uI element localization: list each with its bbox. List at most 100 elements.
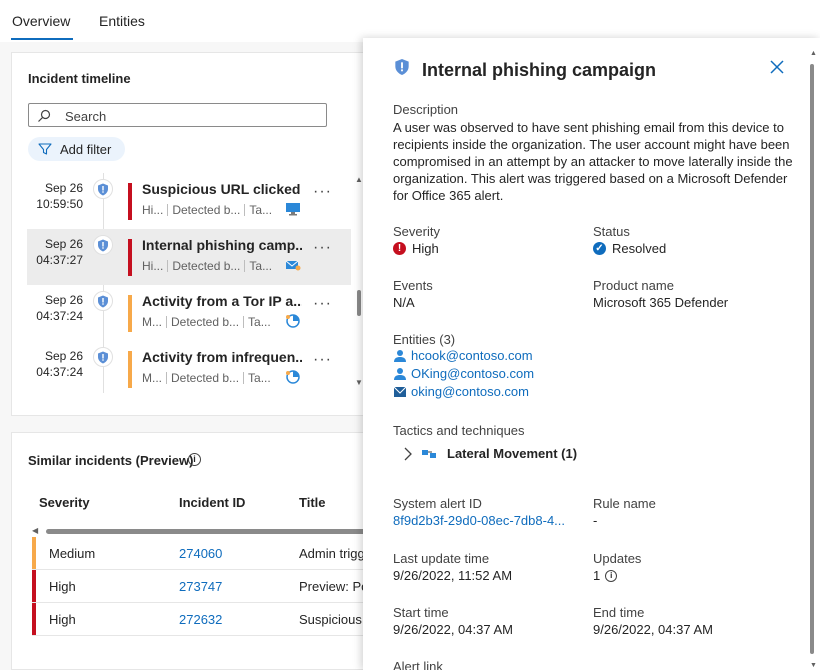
tactic-expander[interactable]: Lateral Movement (1) (403, 446, 577, 461)
timeline-item-meta: Hi... Detected b... Ta... (142, 259, 273, 273)
severity-cell: High (49, 612, 76, 627)
end-time-value: 9/26/2022, 04:37 AM (593, 622, 713, 637)
timeline-item-title: Suspicious URL clicked (142, 181, 301, 197)
entity-link[interactable]: OKing@contoso.com (411, 366, 534, 381)
updates-label: Updates (593, 551, 642, 566)
alert-details-panel: Internal phishing campaign Description A… (363, 38, 820, 670)
tab-entities[interactable]: Entities (99, 13, 145, 29)
entity-user[interactable]: hcook@contoso.com (393, 348, 533, 363)
table-row[interactable]: High 273747 Preview: Po (32, 570, 372, 603)
end-time-label: End time (593, 605, 645, 620)
more-options-button[interactable]: ··· (313, 183, 332, 201)
shield-icon (98, 295, 108, 307)
description-label: Description (393, 102, 459, 117)
timeline-node (93, 179, 113, 199)
updates-value: 1 i (593, 568, 618, 583)
last-update-label: Last update time (393, 551, 490, 566)
start-time-label: Start time (393, 605, 449, 620)
shield-icon (98, 351, 108, 363)
more-options-button[interactable]: ··· (313, 239, 332, 257)
timeline-date: Sep 26 04:37:24 (36, 293, 83, 323)
severity-cell: Medium (49, 546, 96, 561)
tab-overview[interactable]: Overview (12, 13, 70, 29)
scroll-left-arrow[interactable]: ◀ (32, 526, 38, 535)
description-text: A user was observed to have sent phishin… (393, 120, 793, 203)
more-options-button[interactable]: ··· (313, 295, 332, 313)
title-cell: Suspicious (299, 612, 362, 627)
status-label: Status (593, 224, 630, 239)
horizontal-scrollbar[interactable]: ◀ (32, 526, 372, 535)
timeline-node (93, 291, 113, 311)
panel-scrollbar[interactable]: ▲ ▼ (810, 50, 817, 669)
horizontal-scrollbar-thumb[interactable] (46, 529, 372, 534)
system-alert-id-link[interactable]: 8f9d2b3f-29d0-08ec-7db8-4... (393, 513, 565, 528)
tactic-label: Lateral Movement (1) (447, 446, 578, 461)
monitor-icon (286, 203, 300, 216)
mailbox-icon (393, 386, 407, 397)
incident-timeline-title: Incident timeline (28, 71, 131, 86)
system-alert-id-label: System alert ID (393, 496, 482, 511)
scroll-up-arrow[interactable]: ▲ (355, 175, 363, 184)
severity-cell: High (49, 579, 76, 594)
timeline-date: Sep 26 04:37:24 (36, 349, 83, 379)
chevron-right-icon (404, 447, 412, 460)
cloud-app-icon (286, 314, 300, 328)
timeline-item-meta: Hi... Detected b... Ta... (142, 203, 273, 217)
timeline-date: Sep 26 10:59:50 (36, 181, 83, 211)
info-icon[interactable]: i (605, 569, 618, 582)
search-input[interactable]: Search (28, 103, 327, 127)
timeline-item-title: Activity from a Tor IP a... (142, 293, 302, 309)
incident-timeline-card: Incident timeline Search Add filter Sep … (11, 52, 371, 416)
add-filter-button[interactable]: Add filter (28, 137, 125, 161)
user-icon (394, 367, 406, 380)
severity-bar (128, 183, 132, 220)
timeline-node (93, 235, 113, 255)
scroll-up-arrow[interactable]: ▲ (810, 50, 817, 57)
close-icon[interactable] (768, 58, 786, 76)
entity-mailbox[interactable]: oking@contoso.com (393, 384, 529, 399)
rule-name-label: Rule name (593, 496, 656, 511)
lateral-movement-icon (422, 449, 436, 458)
tab-bar: Overview Entities (0, 0, 820, 42)
last-update-value: 9/26/2022, 11:52 AM (393, 568, 513, 583)
table-row[interactable]: High 272632 Suspicious (32, 603, 372, 636)
product-name-label: Product name (593, 278, 674, 293)
timeline-item[interactable]: Sep 26 10:59:50 Suspicious URL clicked Hi… (27, 173, 351, 229)
severity-bar (128, 239, 132, 276)
add-filter-label: Add filter (60, 141, 112, 157)
column-header-incident-id[interactable]: Incident ID (179, 495, 245, 510)
mail-app-icon (285, 260, 301, 271)
timeline-item[interactable]: Sep 26 04:37:24 Activity from a Tor IP a.… (27, 285, 351, 341)
incident-id-link[interactable]: 274060 (179, 546, 222, 561)
cloud-app-icon (286, 370, 300, 384)
scroll-down-arrow[interactable]: ▼ (355, 378, 363, 387)
timeline-item-selected[interactable]: Sep 26 04:37:27 Internal phishing camp...… (27, 229, 351, 285)
shield-icon (395, 59, 409, 75)
panel-scrollbar-thumb[interactable] (810, 64, 814, 654)
panel-title: Internal phishing campaign (422, 60, 657, 80)
severity-bar (32, 603, 36, 635)
table-row[interactable]: Medium 274060 Admin trigg (32, 537, 372, 570)
alert-icon: ! (393, 242, 406, 255)
info-icon[interactable]: i (188, 453, 201, 466)
tactics-label: Tactics and techniques (393, 423, 525, 438)
entity-user[interactable]: OKing@contoso.com (393, 366, 534, 381)
title-cell: Admin trigg (299, 546, 365, 561)
column-header-severity[interactable]: Severity (39, 495, 90, 510)
timeline-item[interactable]: Sep 26 04:37:24 Activity from infrequen..… (27, 341, 351, 397)
severity-bar (32, 570, 36, 602)
entity-link[interactable]: oking@contoso.com (411, 384, 529, 399)
entity-link[interactable]: hcook@contoso.com (411, 348, 533, 363)
shield-icon (98, 239, 108, 251)
incident-id-link[interactable]: 273747 (179, 579, 222, 594)
timeline-date: Sep 26 04:37:27 (36, 237, 83, 267)
more-options-button[interactable]: ··· (313, 351, 332, 369)
vertical-scrollbar-thumb[interactable] (357, 290, 361, 316)
status-value: ✓ Resolved (593, 241, 666, 256)
column-header-title[interactable]: Title (299, 495, 326, 510)
scroll-down-arrow[interactable]: ▼ (810, 662, 817, 669)
similar-incidents-title: Similar incidents (Preview) (28, 453, 194, 468)
similar-incidents-card: Similar incidents (Preview) i Severity I… (11, 432, 372, 670)
incident-id-link[interactable]: 272632 (179, 612, 222, 627)
start-time-value: 9/26/2022, 04:37 AM (393, 622, 513, 637)
